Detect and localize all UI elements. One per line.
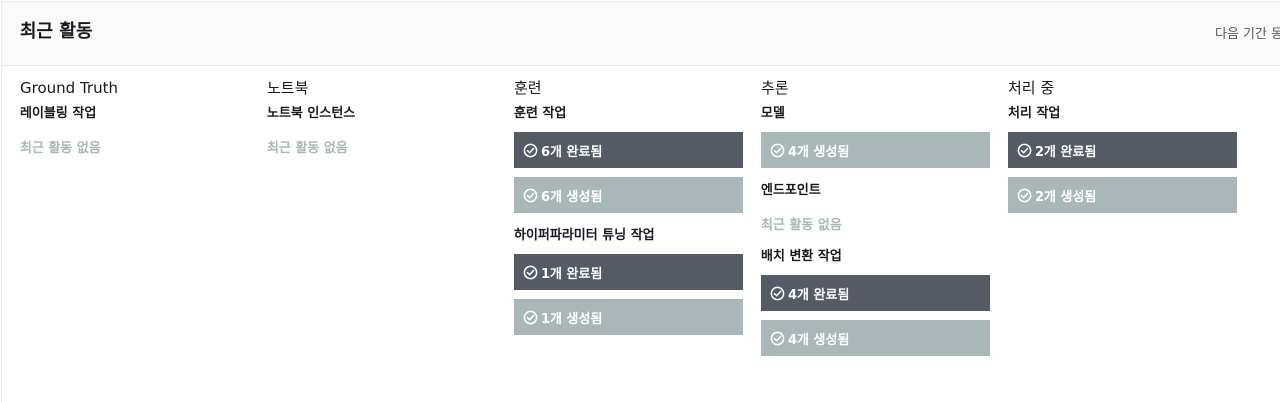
no-recent-activity-text: 최근 활동 없음 <box>267 141 348 156</box>
activity-column: 추론 모델 4개 생성됨 엔드포인트 최근 활동 없음 배치 변환 작업 4개 완료됨 4개 … <box>761 78 990 356</box>
created-count-button[interactable]: 4개 생성됨 <box>761 132 990 168</box>
created-count-button[interactable]: 4개 생성됨 <box>761 320 990 356</box>
completed-count-button[interactable]: 2개 완료됨 <box>1008 132 1237 168</box>
column-title: 노트북 <box>267 79 309 97</box>
no-recent-activity-text: 최근 활동 없음 <box>20 141 101 156</box>
count-label: 4개 완료됨 <box>788 287 850 303</box>
count-label: 6개 완료됨 <box>541 144 603 160</box>
section-title: 모델 <box>761 106 785 121</box>
completed-count-button[interactable]: 4개 완료됨 <box>761 275 990 311</box>
check-circle-icon <box>523 188 538 203</box>
check-circle-icon <box>770 286 785 301</box>
recent-activity-panel: 최근 활동 다음 기간 동 Ground Truth 레이블링 작업최근 활동 없… <box>1 1 1280 402</box>
section-title: 배치 변환 작업 <box>761 249 842 264</box>
activity-column: 훈련훈련 작업 6개 완료됨 6개 생성됨하이퍼파라미터 튜닝 작업 1개 완료됨 1개… <box>514 78 743 335</box>
section-title: 엔드포인트 <box>761 183 821 198</box>
activity-column: 노트북노트북 인스턴스최근 활동 없음 <box>267 78 496 157</box>
column-title: 처리 중 <box>1008 79 1055 97</box>
activity-column: Ground Truth 레이블링 작업최근 활동 없음 <box>20 78 249 157</box>
created-count-button[interactable]: 2개 생성됨 <box>1008 177 1237 213</box>
count-label: 6개 생성됨 <box>541 189 603 205</box>
panel-header: 최근 활동 다음 기간 동 <box>2 2 1280 66</box>
check-circle-icon <box>1017 143 1032 158</box>
check-circle-icon <box>770 331 785 346</box>
period-selector-label[interactable]: 다음 기간 동 <box>1215 23 1280 42</box>
count-label: 4개 생성됨 <box>788 332 850 348</box>
section-title: 노트북 인스턴스 <box>267 106 356 121</box>
check-circle-icon <box>523 310 538 325</box>
column-title: 추론 <box>761 79 789 97</box>
no-recent-activity-text: 최근 활동 없음 <box>761 218 842 233</box>
count-label: 2개 완료됨 <box>1035 144 1097 160</box>
section-title: 레이블링 작업 <box>20 106 97 121</box>
count-label: 4개 생성됨 <box>788 144 850 160</box>
section-title: 훈련 작업 <box>514 106 567 121</box>
created-count-button[interactable]: 6개 생성됨 <box>514 177 743 213</box>
section-title: 처리 작업 <box>1008 106 1061 121</box>
count-label: 2개 생성됨 <box>1035 189 1097 205</box>
check-circle-icon <box>770 143 785 158</box>
check-circle-icon <box>523 143 538 158</box>
completed-count-button[interactable]: 6개 완료됨 <box>514 132 743 168</box>
panel-title: 최근 활동 <box>20 21 93 42</box>
count-label: 1개 완료됨 <box>541 266 603 282</box>
count-label: 1개 생성됨 <box>541 311 603 327</box>
column-title: 훈련 <box>514 79 542 97</box>
activity-column: 처리 중처리 작업 2개 완료됨 2개 생성됨 <box>1008 78 1237 213</box>
check-circle-icon <box>523 265 538 280</box>
completed-count-button[interactable]: 1개 완료됨 <box>514 254 743 290</box>
section-title: 하이퍼파라미터 튜닝 작업 <box>514 228 655 243</box>
created-count-button[interactable]: 1개 생성됨 <box>514 299 743 335</box>
check-circle-icon <box>1017 188 1032 203</box>
column-title: Ground Truth <box>20 79 118 97</box>
